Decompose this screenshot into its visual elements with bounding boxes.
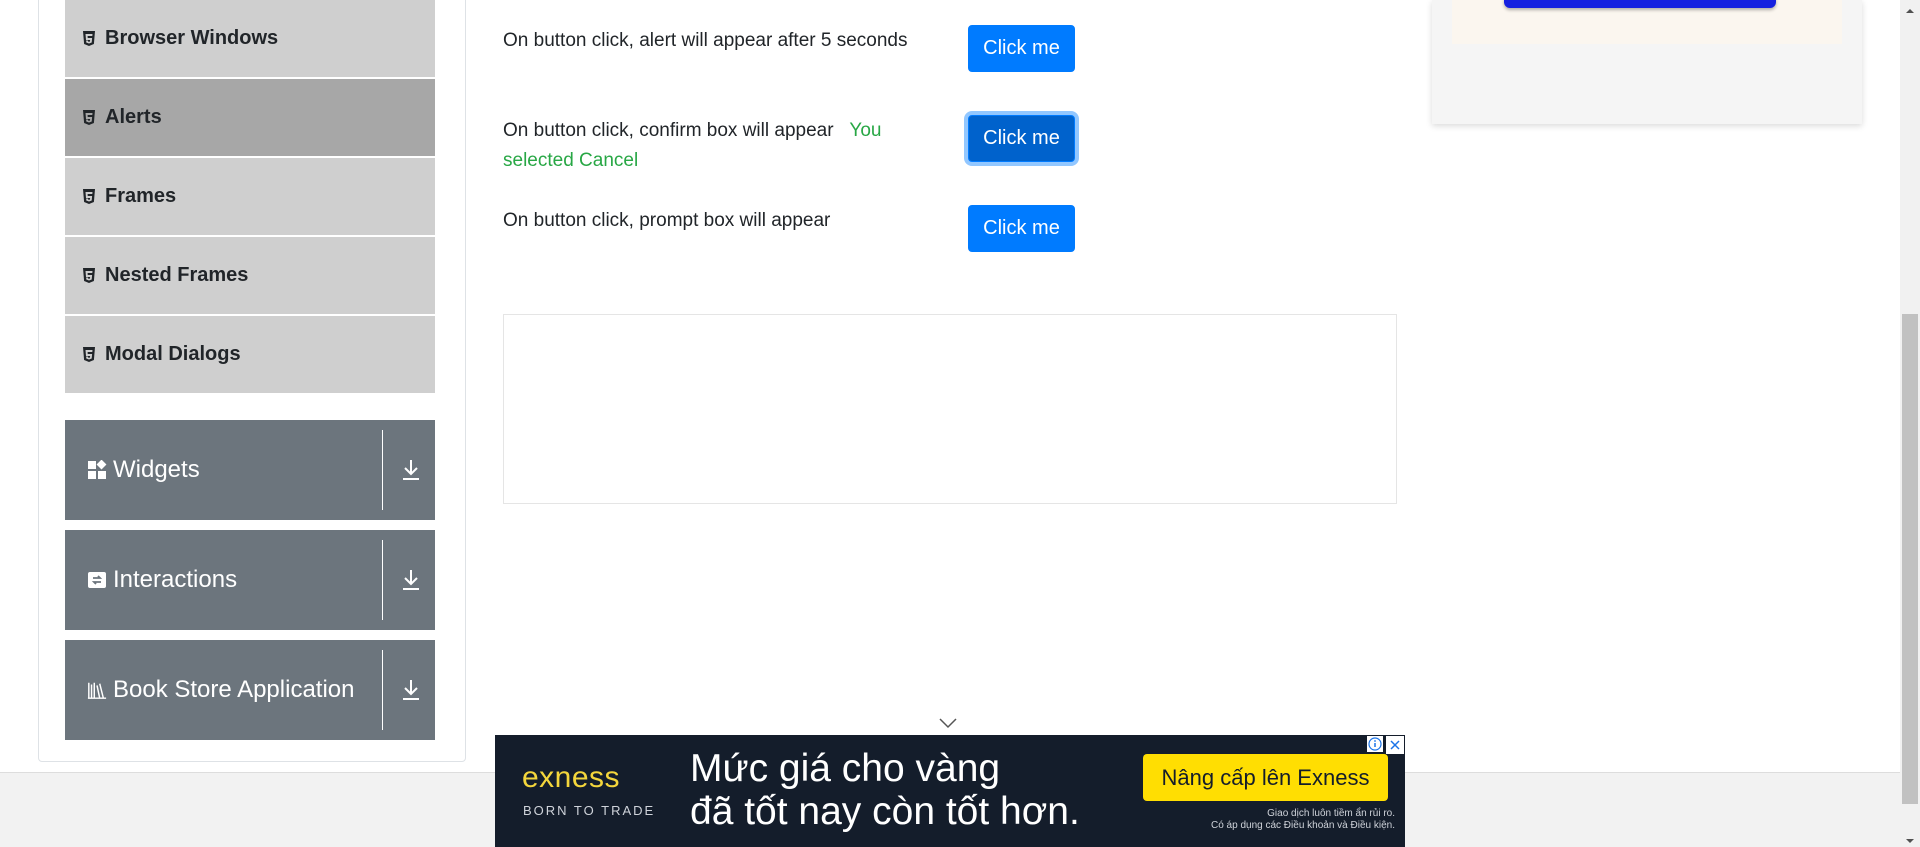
sidebar-group-label: Book Store Application	[113, 676, 355, 703]
scroll-up-icon[interactable]	[1905, 3, 1915, 13]
sidebar-item-browser-windows[interactable]: Browser Windows	[65, 0, 435, 79]
sidebar-item-alerts[interactable]: Alerts	[65, 79, 435, 158]
sidebar-item-label: Modal Dialogs	[105, 343, 241, 365]
widgets-icon	[87, 460, 107, 480]
banner-headline: Mức giá cho vàng đã tốt nay còn tốt hơn.	[690, 747, 1080, 833]
scrollbar[interactable]	[1900, 0, 1920, 847]
bottom-banner-ad[interactable]: exness BORN TO TRADE Mức giá cho vàng đã…	[495, 735, 1405, 847]
confirm-button[interactable]: Click me	[968, 115, 1075, 162]
sidebar-item-label: Alerts	[105, 106, 162, 128]
sidebar-item-label: Frames	[105, 185, 177, 207]
sidebar-group-interactions[interactable]: Interactions	[65, 530, 435, 630]
brand-slogan: BORN TO TRADE	[523, 803, 656, 818]
sidebar-group-label: Interactions	[113, 566, 238, 593]
sidebar-group-widgets[interactable]: Widgets	[65, 420, 435, 520]
ad-placeholder	[503, 314, 1397, 504]
chevron-down-icon[interactable]	[937, 716, 959, 730]
html5-icon	[82, 109, 96, 126]
confirm-text: On button click, confirm box will appear	[503, 120, 834, 141]
interactions-icon	[87, 570, 107, 590]
html5-icon	[82, 30, 96, 47]
scroll-down-icon[interactable]	[1905, 833, 1915, 843]
sidebar-item-label: Browser Windows	[105, 27, 279, 49]
prompt-text: On button click, prompt box will appear	[503, 210, 831, 231]
html5-icon	[82, 346, 96, 363]
bookstore-icon	[87, 680, 107, 700]
prompt-button[interactable]: Click me	[968, 205, 1075, 252]
sidebar-group-book-store[interactable]: Book Store Application	[65, 640, 435, 740]
ad-info-icon[interactable]	[1367, 736, 1383, 752]
html5-icon	[82, 267, 96, 284]
timer-alert-button[interactable]: Click me	[968, 25, 1075, 72]
right-ad[interactable]	[1432, 0, 1862, 124]
download-arrow-icon[interactable]	[401, 458, 421, 482]
confirm-row: On button click, confirm box will appear…	[503, 116, 923, 176]
download-arrow-icon[interactable]	[401, 678, 421, 702]
brand-logo: exness	[522, 761, 621, 794]
sidebar-item-modal-dialogs[interactable]: Modal Dialogs	[65, 316, 435, 395]
timer-alert-text: On button click, alert will appear after…	[503, 30, 908, 51]
sidebar-submenu: Browser Windows Alerts Frames Nested Fra…	[65, 0, 435, 395]
sidebar-group-label: Widgets	[113, 456, 200, 483]
banner-disclaimer: Giao dịch luôn tiềm ẩn rủi ro. Có áp dụn…	[1210, 808, 1395, 831]
scrollbar-thumb[interactable]	[1902, 314, 1918, 804]
download-arrow-icon[interactable]	[401, 568, 421, 592]
sidebar-item-nested-frames[interactable]: Nested Frames	[65, 237, 435, 316]
ad-button[interactable]	[1504, 0, 1776, 8]
html5-icon	[82, 188, 96, 205]
sidebar-item-frames[interactable]: Frames	[65, 158, 435, 237]
sidebar-item-label: Nested Frames	[105, 264, 249, 286]
close-icon[interactable]	[1386, 736, 1404, 754]
banner-cta-button[interactable]: Nâng cấp lên Exness	[1143, 754, 1388, 801]
